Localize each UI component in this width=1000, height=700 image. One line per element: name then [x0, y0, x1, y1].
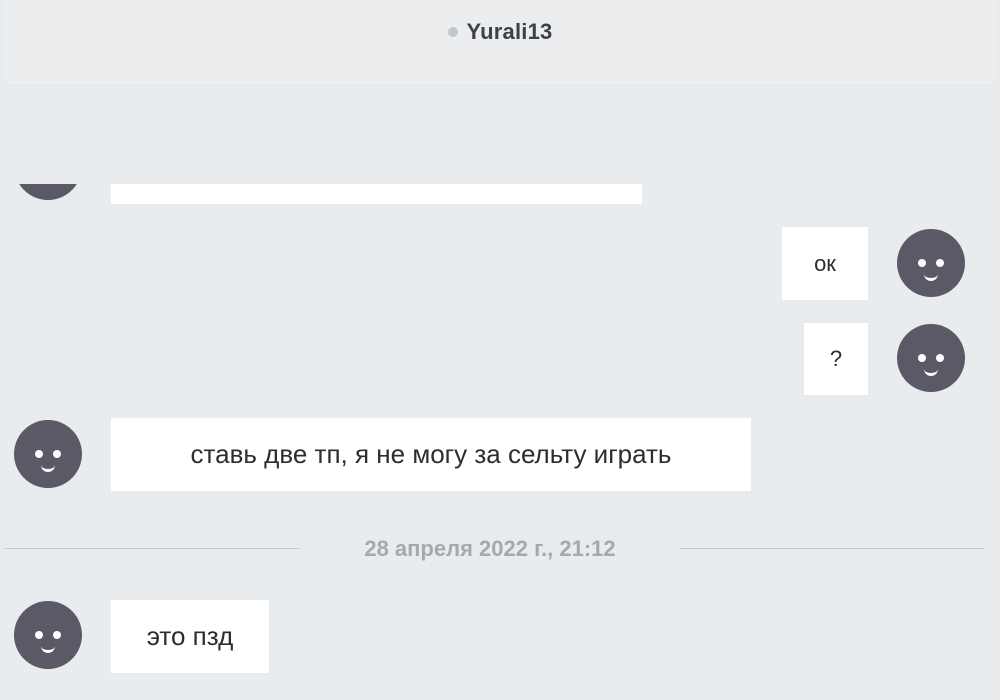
avatar-eye-icon: [53, 450, 61, 458]
avatar-eye-icon: [936, 354, 944, 362]
avatar-eye-icon: [53, 631, 61, 639]
message-text: ок: [814, 250, 836, 276]
avatar[interactable]: [897, 229, 965, 297]
message-text: ?: [829, 346, 843, 371]
message-bubble-outgoing: ок: [782, 227, 868, 300]
avatar[interactable]: [14, 601, 82, 669]
message-text: это пзд: [146, 621, 234, 651]
avatar-eye-icon: [936, 259, 944, 267]
message-bubble-outgoing: ?: [804, 323, 868, 395]
scroll-mask: [0, 86, 1000, 184]
avatar-eye-icon: [35, 450, 43, 458]
avatar-eye-icon: [35, 631, 43, 639]
date-divider: 28 апреля 2022 г., 21:12: [364, 536, 616, 561]
avatar-mouth-icon: [924, 274, 938, 281]
avatar-mouth-icon: [41, 646, 55, 653]
message-bubble-incoming: это пзд: [111, 600, 269, 673]
chat-username[interactable]: Yurali13: [467, 19, 553, 45]
avatar-eye-icon: [918, 259, 926, 267]
avatar-mouth-icon: [41, 465, 55, 472]
divider-line-right: [680, 548, 984, 549]
avatar[interactable]: [897, 324, 965, 392]
avatar[interactable]: [14, 420, 82, 488]
message-bubble-incoming: ставь две тп, я не могу за сельту играть: [111, 418, 751, 491]
status-indicator: [447, 26, 458, 37]
chat-header: Yurali13: [4, 0, 996, 86]
avatar-eye-icon: [918, 354, 926, 362]
message-text: ставь две тп, я не могу за сельту играть: [190, 439, 672, 469]
divider-line-left: [4, 548, 300, 549]
avatar-mouth-icon: [924, 369, 938, 376]
